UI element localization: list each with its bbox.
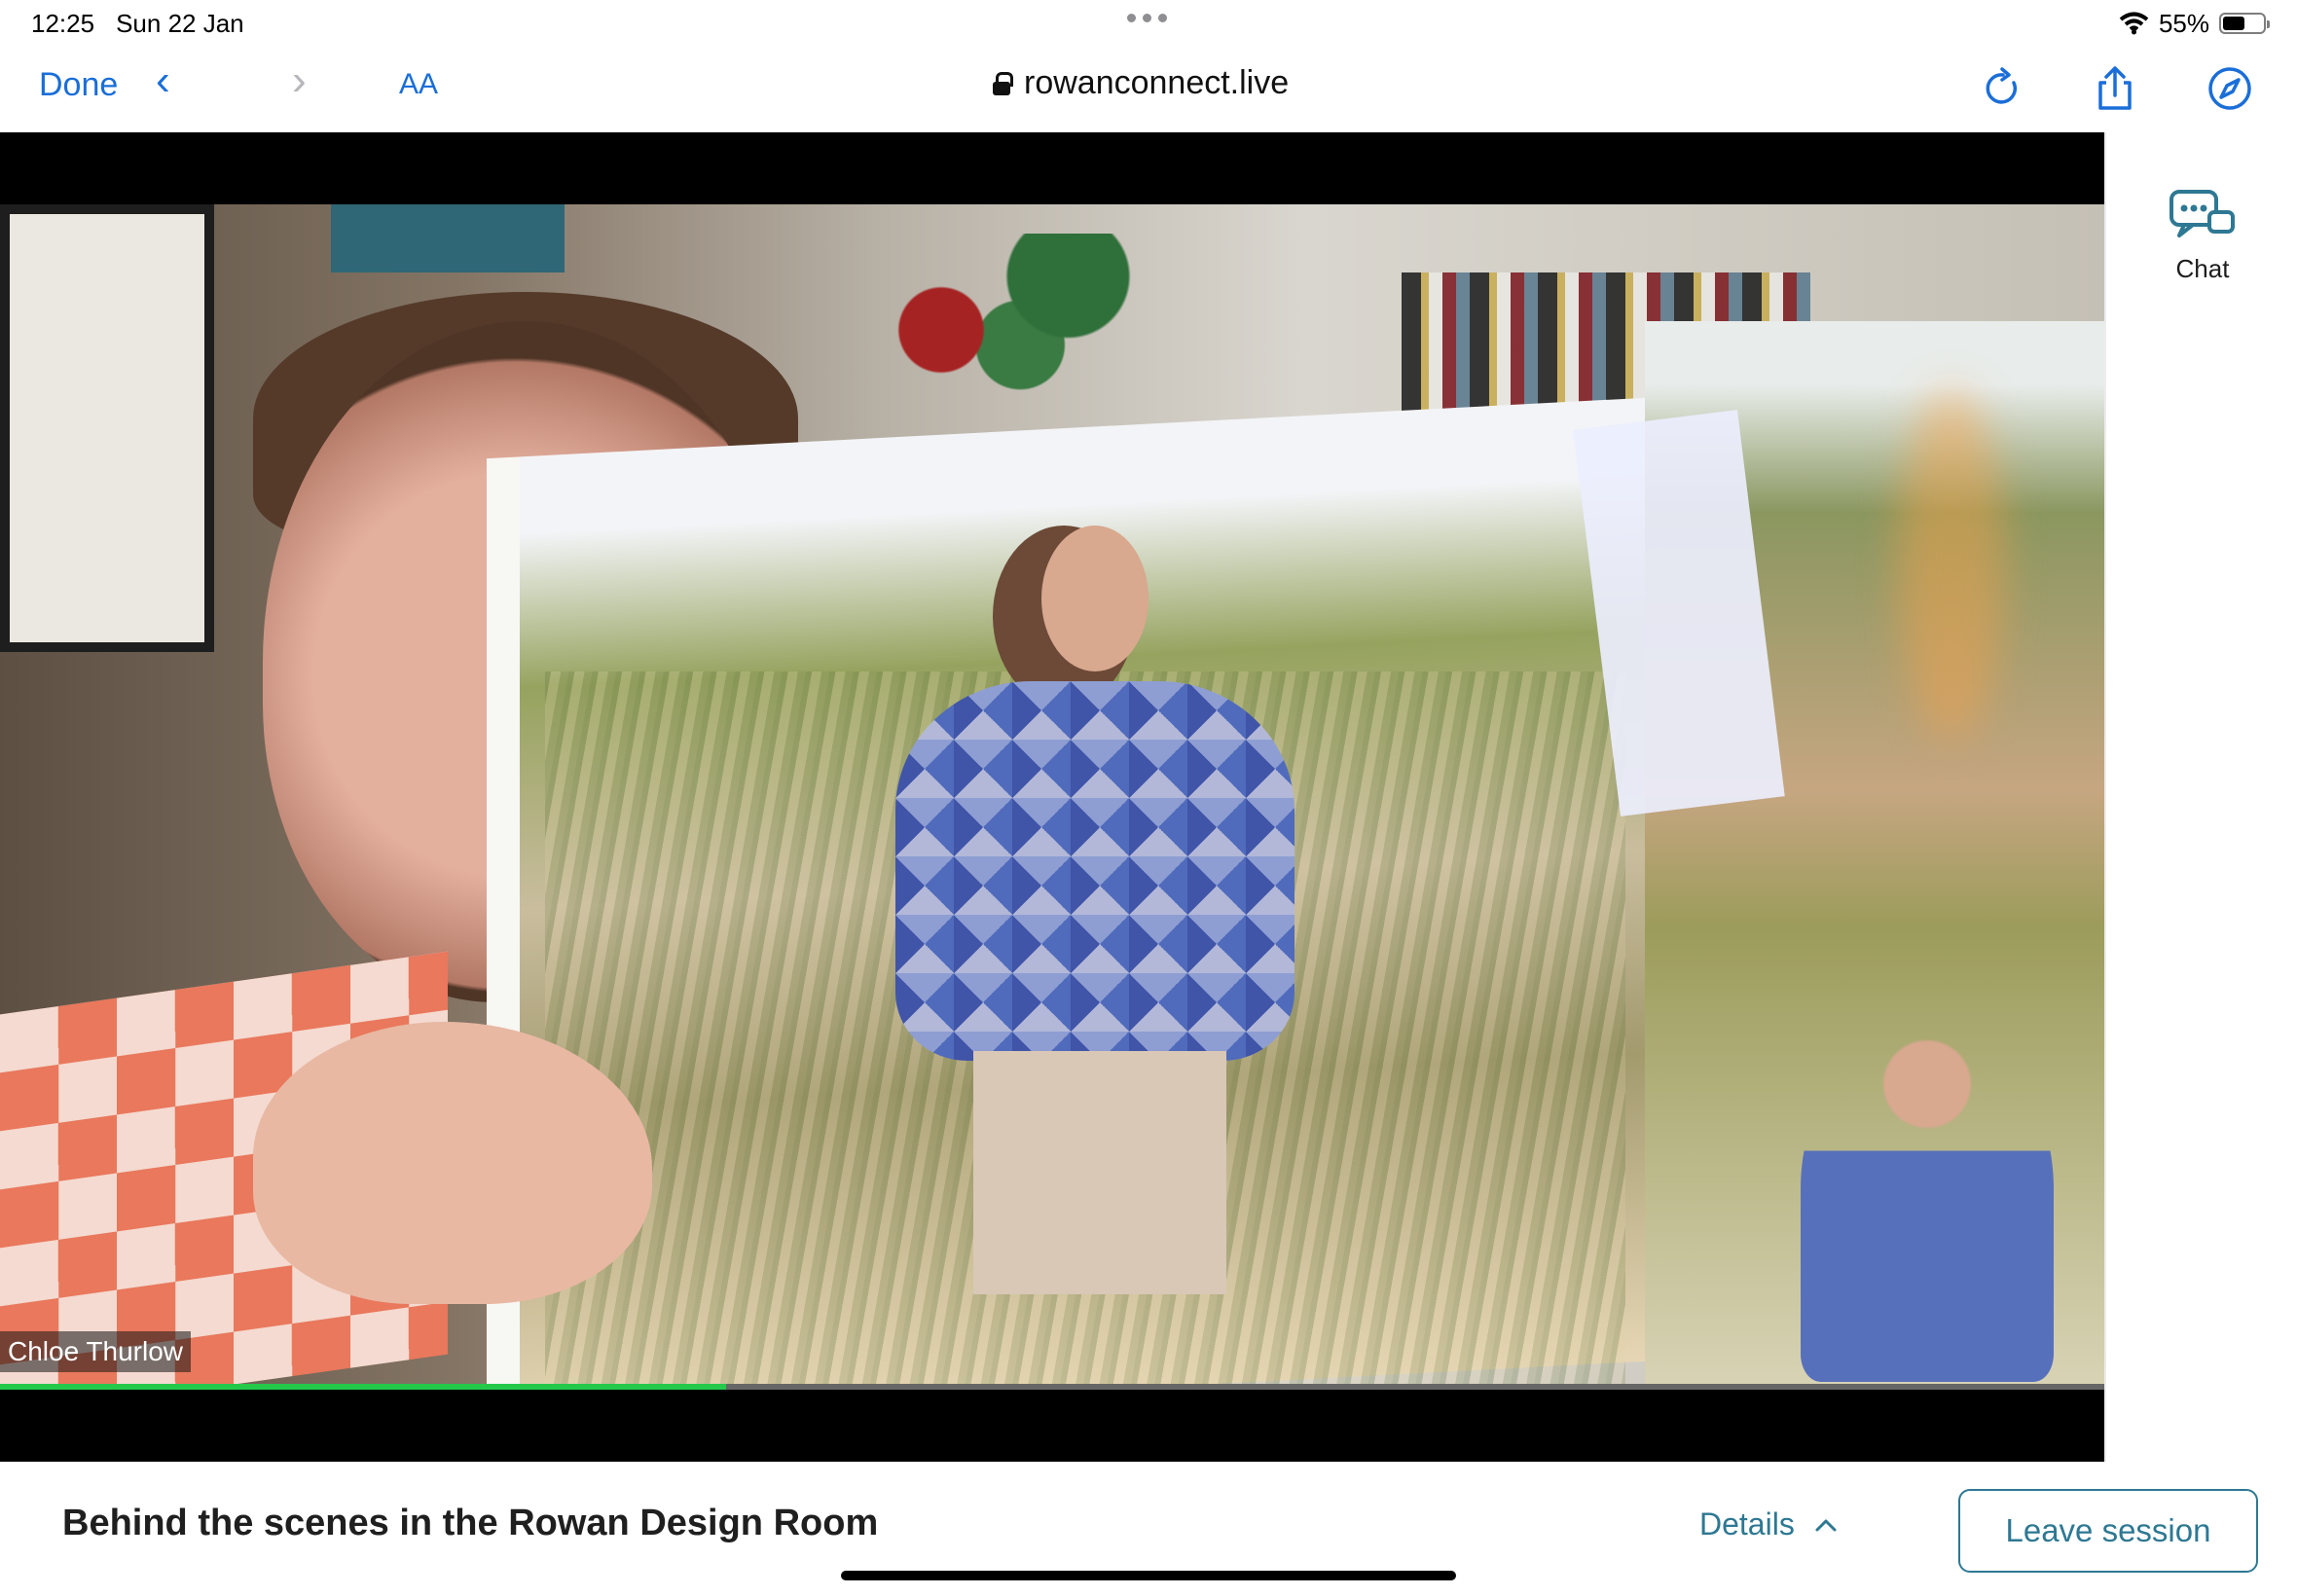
status-date: Sun 22 Jan bbox=[116, 8, 244, 38]
poinsettia-plant bbox=[857, 234, 1139, 448]
done-button[interactable]: Done bbox=[39, 66, 118, 104]
side-panel: Chat bbox=[2104, 132, 2297, 1462]
blue-geometric-sweater bbox=[895, 681, 1294, 1061]
battery-icon bbox=[2219, 13, 2270, 34]
leave-session-button[interactable]: Leave session bbox=[1958, 1489, 2258, 1573]
battery-percent: 55% bbox=[2158, 8, 2209, 38]
status-time: 12:25 bbox=[31, 8, 95, 38]
wifi-icon bbox=[2119, 12, 2149, 35]
compass-icon[interactable] bbox=[2204, 62, 2256, 115]
video-progress-fill bbox=[0, 1384, 726, 1390]
details-label: Details bbox=[1699, 1506, 1795, 1542]
session-title: Behind the scenes in the Rowan Design Ro… bbox=[62, 1503, 879, 1543]
multitasking-dots-icon[interactable] bbox=[1127, 14, 1167, 22]
address-bar[interactable]: rowanconnect.live bbox=[993, 64, 1289, 102]
model-head bbox=[1041, 526, 1148, 671]
status-time-date: 12:25 Sun 22 Jan bbox=[31, 9, 244, 39]
chevron-up-icon bbox=[1815, 1519, 1837, 1531]
chat-icon bbox=[2169, 190, 2235, 237]
lock-icon bbox=[993, 71, 1013, 95]
text-size-button[interactable]: AA bbox=[399, 68, 438, 101]
battery-level-fill bbox=[2223, 17, 2244, 30]
speaker-video-frame bbox=[0, 204, 2104, 1386]
chevron-left-icon[interactable]: ‹ bbox=[156, 56, 170, 105]
second-model-photo bbox=[1801, 1032, 2054, 1382]
wall-picture bbox=[0, 204, 214, 652]
video-progress-bar[interactable] bbox=[0, 1384, 2104, 1390]
reload-icon[interactable] bbox=[1976, 62, 2028, 115]
url-text: rowanconnect.live bbox=[1024, 64, 1290, 101]
chat-button[interactable]: Chat bbox=[2149, 189, 2256, 296]
browser-toolbar: Done ‹ › AA rowanconnect.live bbox=[0, 47, 2297, 132]
home-indicator[interactable] bbox=[841, 1571, 1456, 1580]
sun-flare bbox=[1898, 389, 2005, 740]
beige-shorts bbox=[973, 1051, 1226, 1294]
chat-label: Chat bbox=[2175, 254, 2230, 283]
chevron-right-icon[interactable]: › bbox=[292, 56, 307, 105]
participant-name-label: Chloe Thurlow bbox=[0, 1331, 192, 1372]
status-indicators: 55% bbox=[2119, 8, 2270, 39]
session-bar: Behind the scenes in the Rowan Design Ro… bbox=[0, 1462, 2297, 1596]
share-icon[interactable] bbox=[2089, 62, 2141, 115]
wall-decoration bbox=[331, 204, 565, 272]
status-bar: 12:25 Sun 22 Jan 55% bbox=[0, 0, 2297, 47]
video-player[interactable]: Chloe Thurlow bbox=[0, 132, 2104, 1462]
details-button[interactable]: Details bbox=[1699, 1506, 1838, 1542]
magazine-model bbox=[895, 526, 1294, 1353]
